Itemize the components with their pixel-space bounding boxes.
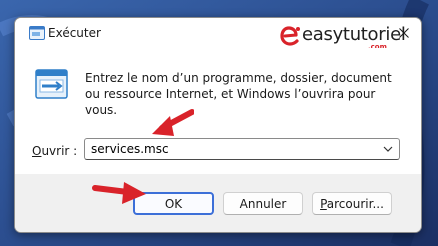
run-window-icon xyxy=(29,26,45,40)
easytutoriel-logo-icon xyxy=(280,26,300,46)
browse-access-key: P xyxy=(320,196,327,211)
browse-button[interactable]: Parcourir... xyxy=(312,192,392,215)
title-bar[interactable]: Exécuter easytutoriel .com xyxy=(15,18,421,51)
browse-button-label: Parcourir... xyxy=(320,197,384,211)
chevron-down-icon[interactable] xyxy=(382,144,394,154)
content-area: Entrez le nom d’un programme, dossier, d… xyxy=(15,48,421,174)
annotation-arrow-input-icon xyxy=(152,109,194,136)
open-combobox[interactable]: services.msc xyxy=(84,138,400,160)
annotation-arrow-ok-icon xyxy=(92,182,146,204)
run-program-icon xyxy=(35,69,68,99)
open-input-value[interactable]: services.msc xyxy=(91,142,169,156)
window-title: Exécuter xyxy=(48,26,101,40)
dialog-footer: OK Annuler Parcourir... xyxy=(15,174,421,232)
close-button[interactable] xyxy=(387,18,421,48)
dialog-description: Entrez le nom d’un programme, dossier, d… xyxy=(85,71,392,117)
watermark: easytutoriel .com xyxy=(280,24,406,51)
browse-label-text: arcourir... xyxy=(326,196,384,211)
ok-button-label: OK xyxy=(164,196,183,211)
close-icon xyxy=(399,28,409,38)
cancel-button[interactable]: Annuler xyxy=(223,192,303,215)
cancel-button-label: Annuler xyxy=(239,196,287,211)
run-dialog: Exécuter easytutoriel .com Entrez le nom… xyxy=(14,17,422,233)
open-label: Ouvrir : xyxy=(32,144,77,158)
open-label-text: uvrir : xyxy=(41,144,78,158)
